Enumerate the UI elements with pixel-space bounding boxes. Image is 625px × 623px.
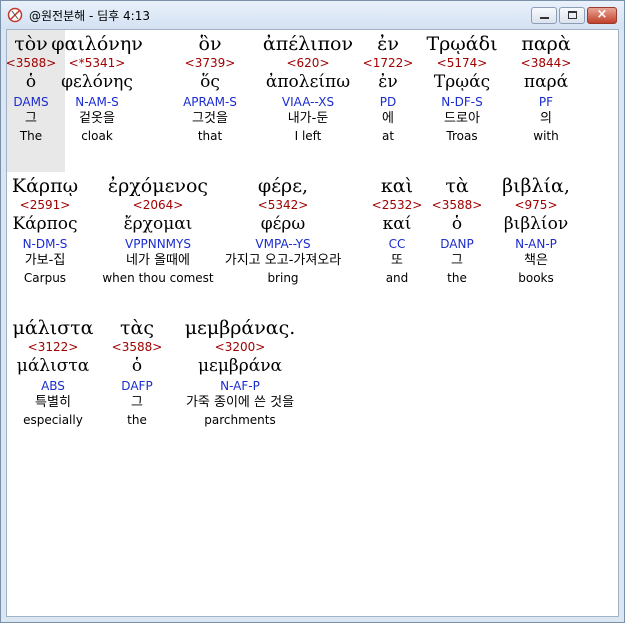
strong-number: <3200> <box>214 340 266 354</box>
word-block[interactable]: βιβλία, <975> βιβλίον N-AN-P 책은 books <box>446 174 618 286</box>
english-gloss: parchments <box>204 413 276 427</box>
close-button[interactable]: × <box>587 7 617 24</box>
korean-gloss: 의 <box>540 111 552 126</box>
maximize-button[interactable] <box>559 7 585 24</box>
strong-number: <3844> <box>520 56 572 70</box>
word-block[interactable]: παρὰ <3844> παρά PF 의 with <box>456 32 618 144</box>
title-bar[interactable]: @원전분해 - 딤후 4:13 × <box>1 1 624 29</box>
word-block[interactable]: μεμβράνας. <3200> μεμβράνα N-AF-P 가죽 종이에 쓴 것… <box>150 316 330 428</box>
korean-gloss: 가죽 종이에 쓴 것을 <box>185 395 295 410</box>
app-icon <box>7 7 23 23</box>
maximize-icon <box>568 11 577 19</box>
english-gloss: books <box>518 271 554 285</box>
parsing-code: N-AN-P <box>515 237 557 251</box>
window-title: @원전분해 - 딤후 4:13 <box>29 9 150 23</box>
app-window: @원전분해 - 딤후 4:13 × τὸν <3588> ὁ DAMS 그 The φαιλ… <box>0 0 625 623</box>
close-icon: × <box>596 7 608 22</box>
strong-number: <975> <box>514 198 558 212</box>
english-gloss: with <box>533 129 559 143</box>
lemma: μεμβράνα <box>197 356 283 376</box>
lemma: βιβλίον <box>503 214 569 234</box>
korean-gloss: 책은 <box>524 253 548 268</box>
parsing-code: N-AF-P <box>220 379 260 393</box>
minimize-icon <box>540 17 549 19</box>
greek-word: βιβλία, <box>502 175 570 197</box>
minimize-button[interactable] <box>531 7 557 24</box>
lemma: παρά <box>523 72 569 92</box>
parsing-code: PF <box>538 95 554 109</box>
greek-word: παρὰ <box>521 33 571 55</box>
greek-word: μεμβράνας. <box>184 317 296 339</box>
interlinear-view: τὸν <3588> ὁ DAMS 그 The φαιλόνην <*5341> φελόνης… <box>6 29 619 617</box>
